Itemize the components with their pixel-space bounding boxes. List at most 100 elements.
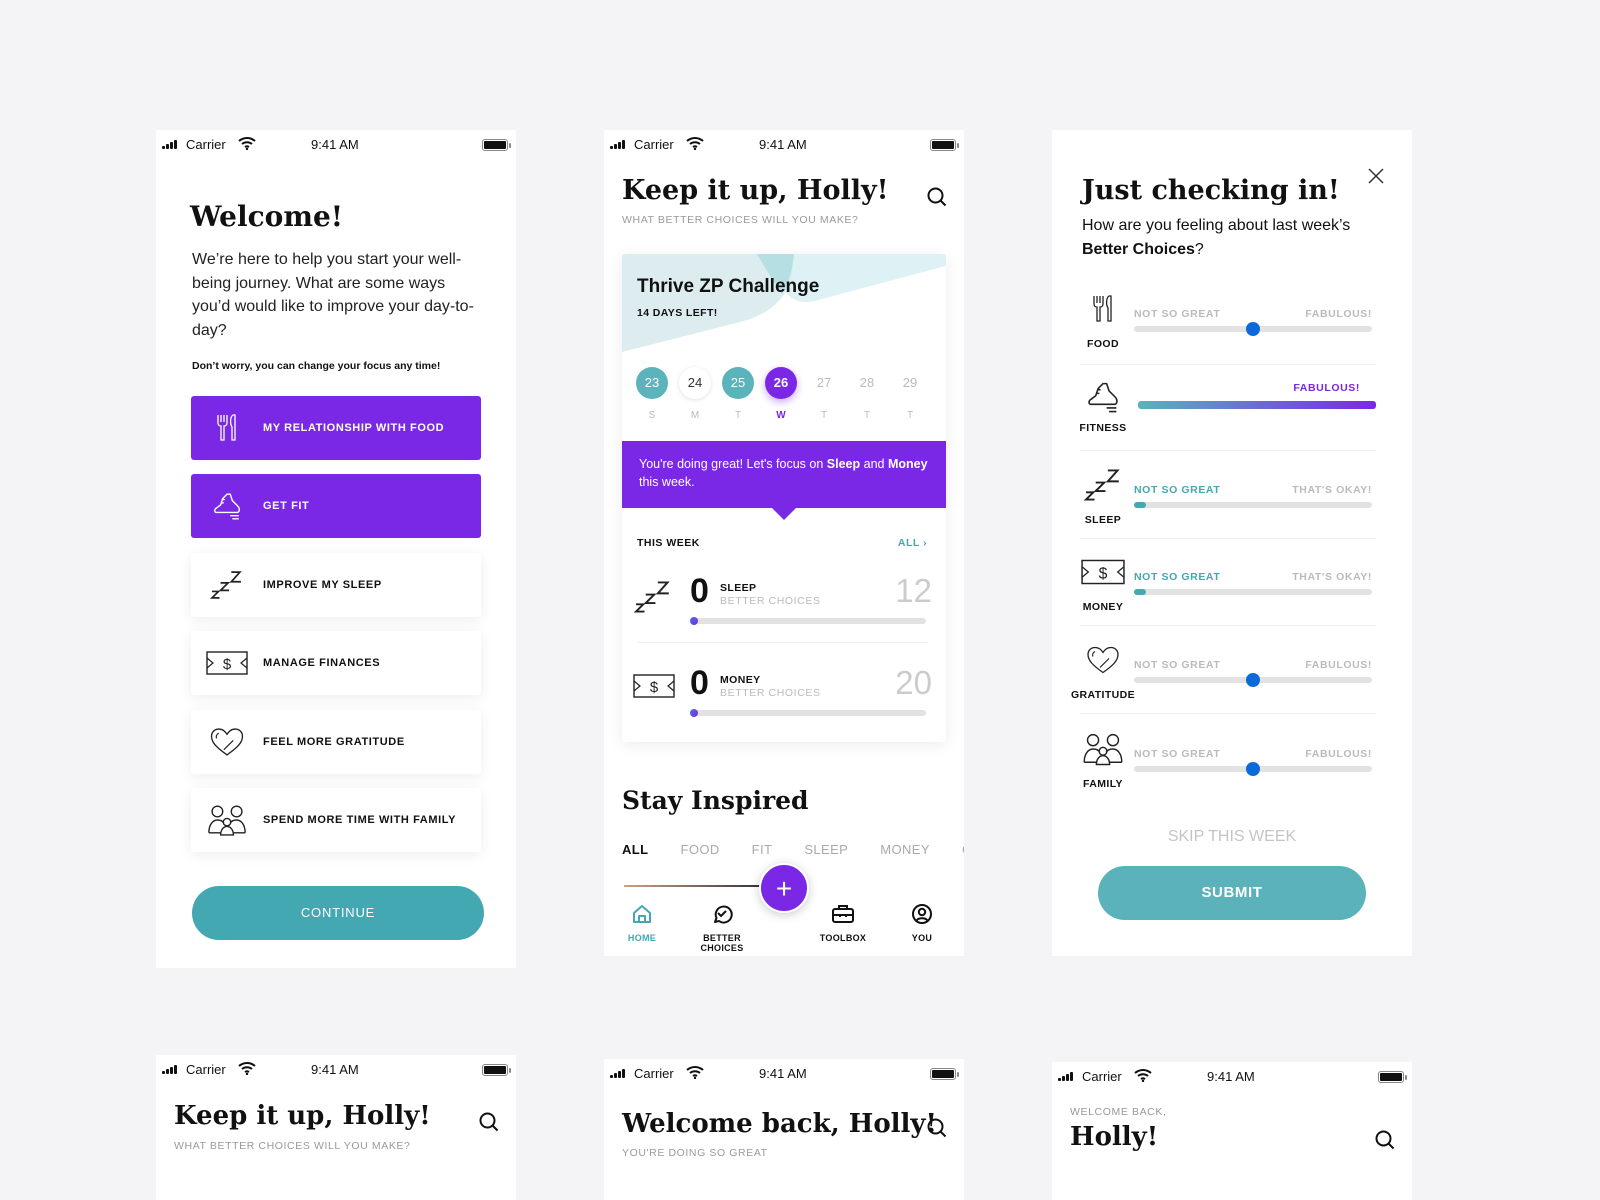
option-label: GET FIT <box>263 500 310 512</box>
skip-link[interactable]: SKIP THIS WEEK <box>1052 828 1412 846</box>
option-gratitude[interactable]: FEEL MORE GRATITUDE <box>191 710 481 774</box>
all-link[interactable]: ALL › <box>898 537 927 549</box>
progress-caption: BETTER CHOICES <box>720 687 821 699</box>
submit-button[interactable]: SUBMIT <box>1098 866 1366 920</box>
option-sleep[interactable]: IMPROVE MY SLEEP <box>191 553 481 617</box>
rating-slider[interactable] <box>1134 502 1372 508</box>
heart-icon <box>1070 643 1136 677</box>
rating-slider[interactable] <box>1138 401 1376 409</box>
dollar-bill-icon <box>1070 555 1136 589</box>
tab-label: BETTER CHOICES <box>700 933 744 953</box>
carrier-label: Carrier <box>186 1062 226 1077</box>
divider <box>1080 450 1376 451</box>
tab-toolbox[interactable]: TOOLBOX <box>818 901 868 943</box>
question-text: How are you feeling about last week’s Be… <box>1082 214 1382 262</box>
calendar-day[interactable]: 27 T <box>808 367 840 421</box>
option-food[interactable]: MY RELATIONSHIP WITH FOOD <box>191 396 481 460</box>
filter-tab[interactable]: FOOD <box>680 842 719 857</box>
filter-tab[interactable]: ALL <box>622 842 648 857</box>
calendar-day[interactable]: 28 T <box>851 367 883 421</box>
slider-fill <box>1134 502 1146 508</box>
zzz-icon <box>1070 468 1136 502</box>
carrier-label: Carrier <box>186 137 226 152</box>
option-label: IMPROVE MY SLEEP <box>263 579 382 591</box>
option-label: FEEL MORE GRATITUDE <box>263 736 405 748</box>
page-title: Keep it up, Holly! <box>174 1101 431 1131</box>
filter-tab[interactable]: MONEY <box>880 842 930 857</box>
calendar-day[interactable]: 24 M <box>679 367 711 421</box>
progress-count: 0 <box>690 572 709 610</box>
rating-label: MONEY <box>1082 601 1124 613</box>
clock: 9:41 AM <box>311 1062 359 1077</box>
slider-knob[interactable] <box>1246 322 1260 336</box>
signal-icon <box>162 1065 177 1074</box>
week-calendar: 23 S 24 M 25 T 26 W 27 T 28 T 29 T <box>636 367 926 421</box>
signal-icon <box>162 140 177 149</box>
banner-text: You're doing great! Let's focus on <box>639 457 827 471</box>
zzz-icon <box>191 570 263 600</box>
rating-high-label: FABULOUS! <box>1293 382 1360 394</box>
focus-banner: You're doing great! Let's focus on Sleep… <box>622 441 946 520</box>
progress-name: SLEEP <box>720 582 757 594</box>
rating-high-label: THAT'S OKAY! <box>1292 484 1372 496</box>
page-subtitle: WHAT BETTER CHOICES WILL YOU MAKE? <box>174 1140 411 1152</box>
carrier-label: Carrier <box>634 1066 674 1081</box>
calendar-weekday: W <box>776 410 786 421</box>
question-emphasis: Better Choices <box>1082 241 1195 258</box>
search-icon[interactable] <box>926 186 948 208</box>
continue-button[interactable]: CONTINUE <box>192 886 484 940</box>
filter-tab[interactable]: SLEEP <box>804 842 848 857</box>
battery-icon <box>482 139 511 151</box>
banner-text: this week. <box>639 475 695 489</box>
rating-family: FAMILY NOT SO GREAT FABULOUS! <box>1070 728 1380 816</box>
option-finances[interactable]: MANAGE FINANCES <box>191 631 481 695</box>
rating-slider[interactable] <box>1134 589 1372 595</box>
option-fitness[interactable]: GET FIT <box>191 474 481 538</box>
tab-label: TOOLBOX <box>819 933 867 943</box>
rating-label: FAMILY <box>1083 778 1123 790</box>
page-title: Welcome back, Holly! <box>622 1109 937 1139</box>
filter-tab[interactable]: GRATITUDE <box>962 842 964 857</box>
calendar-day[interactable]: 23 S <box>636 367 668 421</box>
challenge-card: Thrive ZP Challenge 14 DAYS LEFT! 23 S 24… <box>622 254 946 742</box>
clock: 9:41 AM <box>311 137 359 152</box>
rating-slider[interactable] <box>1134 673 1372 687</box>
progress-indicator <box>690 709 698 717</box>
rating-label: SLEEP <box>1084 514 1122 526</box>
family-icon <box>191 804 263 836</box>
banner-focus-2: Money <box>887 457 928 471</box>
rating-high-label: FABULOUS! <box>1305 748 1372 760</box>
add-button[interactable]: + <box>759 863 809 913</box>
calendar-date: 28 <box>859 375 875 390</box>
toolbox-icon <box>818 901 868 927</box>
calendar-day[interactable]: 25 T <box>722 367 754 421</box>
rating-low-label: NOT SO GREAT <box>1134 484 1221 496</box>
calendar-day[interactable]: 26 W <box>765 367 797 421</box>
question-part: How are you feeling about last week’s <box>1082 217 1351 234</box>
tab-you[interactable]: YOU <box>906 901 938 943</box>
close-icon[interactable] <box>1368 168 1384 184</box>
rating-slider[interactable] <box>1134 322 1372 336</box>
banner-text: and <box>860 457 888 471</box>
calendar-day[interactable]: 29 T <box>894 367 926 421</box>
option-family[interactable]: SPEND MORE TIME WITH FAMILY <box>191 788 481 852</box>
divider <box>1080 625 1376 626</box>
search-icon[interactable] <box>478 1111 500 1133</box>
this-week-label: THIS WEEK <box>637 537 700 549</box>
tab-better-choices[interactable]: BETTER CHOICES <box>682 901 762 953</box>
status-bar: Carrier 9:41 AM <box>604 130 964 160</box>
filter-tab[interactable]: FIT <box>752 842 773 857</box>
rating-slider[interactable] <box>1134 762 1372 776</box>
zzz-icon <box>632 580 674 619</box>
tab-home[interactable]: HOME <box>624 901 660 943</box>
search-icon[interactable] <box>926 1117 948 1139</box>
slider-knob[interactable] <box>1246 762 1260 776</box>
rating-low-label: NOT SO GREAT <box>1134 659 1221 671</box>
calendar-weekday: T <box>906 410 914 421</box>
slider-knob[interactable] <box>1246 673 1260 687</box>
home-screen-preview: Carrier 9:41 AM Keep it up, Holly! WHAT … <box>156 1055 516 1200</box>
question-part: ? <box>1194 241 1204 258</box>
note-text: Don’t worry, you can change your focus a… <box>192 360 441 372</box>
search-icon[interactable] <box>1374 1129 1396 1151</box>
divider <box>638 642 928 643</box>
